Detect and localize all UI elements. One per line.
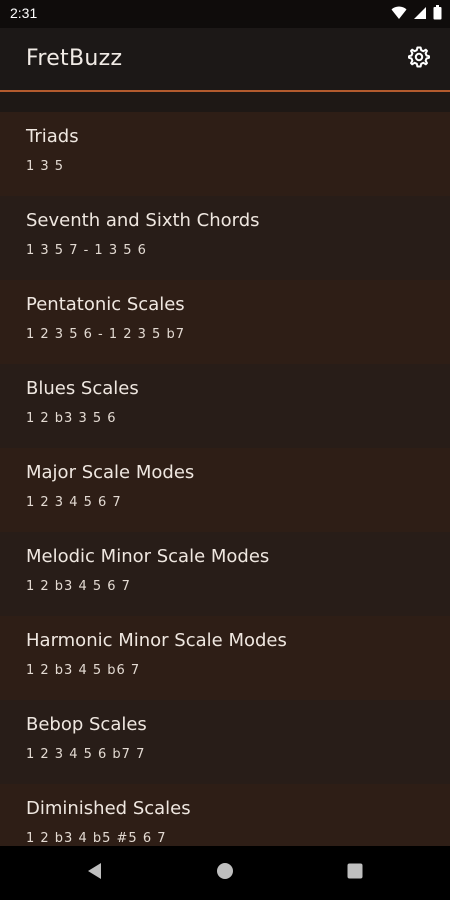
wifi-icon — [391, 5, 407, 24]
recents-button[interactable] — [345, 863, 365, 883]
app-bar-divider — [0, 90, 450, 92]
back-button[interactable] — [85, 863, 105, 883]
list-item-blues-scales[interactable]: Blues Scales 1 2 b3 3 5 6 — [0, 364, 450, 448]
list-item-melodic-minor-modes[interactable]: Melodic Minor Scale Modes 1 2 b3 4 5 6 7 — [0, 532, 450, 616]
list-item-diminished-scales[interactable]: Diminished Scales 1 2 b3 4 b5 #5 6 7 — [0, 784, 450, 846]
item-title: Triads — [26, 126, 79, 147]
item-formula: 1 2 3 5 6 - 1 2 3 5 b7 — [26, 327, 185, 342]
home-button[interactable] — [215, 863, 235, 883]
settings-button[interactable] — [404, 44, 434, 74]
status-time: 2:31 — [10, 5, 38, 21]
status-icons — [391, 4, 442, 24]
item-formula: 1 3 5 — [26, 159, 65, 174]
status-bar: 2:31 — [0, 0, 450, 28]
item-title: Harmonic Minor Scale Modes — [26, 630, 287, 651]
category-list[interactable]: Triads 1 3 5 Seventh and Sixth Chords 1 … — [0, 112, 450, 846]
item-formula: 1 3 5 7 - 1 3 5 6 — [26, 243, 147, 258]
list-item-seventh-sixth-chords[interactable]: Seventh and Sixth Chords 1 3 5 7 - 1 3 5… — [0, 196, 450, 280]
recents-icon — [346, 862, 364, 884]
back-icon — [86, 862, 104, 884]
list-item-major-scale-modes[interactable]: Major Scale Modes 1 2 3 4 5 6 7 — [0, 448, 450, 532]
list-item-harmonic-minor-modes[interactable]: Harmonic Minor Scale Modes 1 2 b3 4 5 b6… — [0, 616, 450, 700]
battery-icon — [433, 4, 442, 24]
item-title: Diminished Scales — [26, 798, 191, 819]
item-formula: 1 2 b3 3 5 6 — [26, 411, 117, 426]
item-title: Pentatonic Scales — [26, 294, 185, 315]
item-formula: 1 2 b3 4 5 6 7 — [26, 579, 131, 594]
gear-icon — [407, 45, 431, 73]
home-icon — [216, 862, 234, 884]
item-title: Seventh and Sixth Chords — [26, 210, 260, 231]
item-title: Bebop Scales — [26, 714, 147, 735]
item-formula: 1 2 b3 4 5 b6 7 — [26, 663, 141, 678]
list-item-triads[interactable]: Triads 1 3 5 — [0, 112, 450, 196]
item-title: Melodic Minor Scale Modes — [26, 546, 270, 567]
item-title: Major Scale Modes — [26, 462, 195, 483]
system-nav-bar — [0, 846, 450, 900]
item-formula: 1 2 3 4 5 6 7 — [26, 495, 122, 510]
app-bar: FretBuzz — [0, 28, 450, 90]
app-title: FretBuzz — [26, 46, 123, 71]
list-item-bebop-scales[interactable]: Bebop Scales 1 2 3 4 5 6 b7 7 — [0, 700, 450, 784]
item-formula: 1 2 b3 4 b5 #5 6 7 — [26, 831, 167, 846]
cell-signal-icon — [413, 5, 427, 24]
list-item-pentatonic-scales[interactable]: Pentatonic Scales 1 2 3 5 6 - 1 2 3 5 b7 — [0, 280, 450, 364]
item-formula: 1 2 3 4 5 6 b7 7 — [26, 747, 146, 762]
item-title: Blues Scales — [26, 378, 139, 399]
